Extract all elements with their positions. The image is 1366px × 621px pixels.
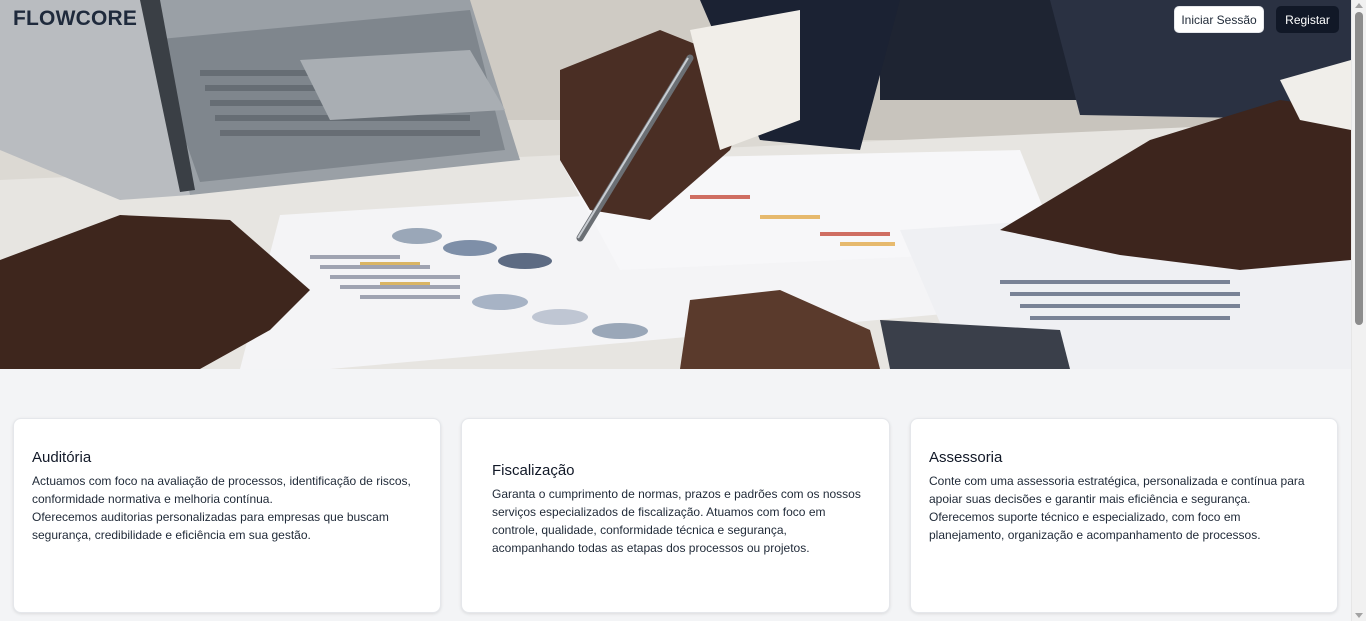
vertical-scrollbar[interactable] (1351, 0, 1366, 621)
scroll-down-icon[interactable] (1355, 613, 1363, 618)
card-description: Conte com uma assessoria estratégica, pe… (929, 474, 1305, 506)
login-button[interactable]: Iniciar Sessão (1174, 6, 1264, 33)
page: FLOWCORE Iniciar Sessão Registar Auditór… (0, 0, 1351, 621)
card-title: Fiscalização (492, 462, 575, 479)
service-card-auditoria: Auditória Actuamos com foco na avaliação… (13, 418, 441, 613)
hero-image (0, 0, 1351, 369)
card-description: Actuamos com foco na avaliação de proces… (32, 474, 411, 506)
service-card-assessoria: Assessoria Conte com uma assessoria estr… (910, 418, 1338, 613)
card-title: Auditória (32, 449, 92, 466)
card-title: Assessoria (929, 449, 1003, 466)
scroll-up-icon[interactable] (1355, 3, 1363, 8)
scrollbar-thumb[interactable] (1355, 12, 1363, 325)
brand-logo[interactable]: FLOWCORE (13, 7, 137, 31)
card-description: Oferecemos auditorias personalizadas par… (32, 510, 389, 542)
card-description: Oferecemos suporte técnico e especializa… (929, 510, 1261, 542)
hero-banner (0, 0, 1351, 369)
register-button[interactable]: Registar (1276, 6, 1339, 33)
card-description: Garanta o cumprimento de normas, prazos … (492, 487, 861, 555)
service-card-fiscalizacao: Fiscalização Garanta o cumprimento de no… (461, 418, 890, 613)
